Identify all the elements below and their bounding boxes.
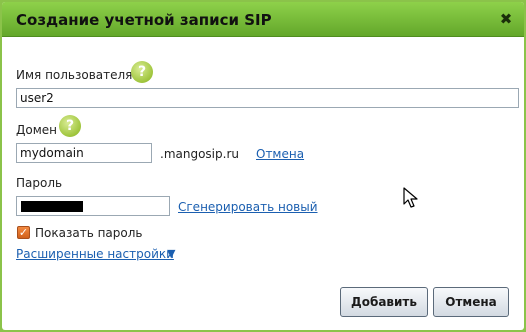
username-help-icon[interactable]: ? [131,61,153,83]
add-button[interactable]: Добавить [340,287,428,317]
password-input[interactable] [16,196,170,216]
show-password-label: Показать пароль [35,226,143,240]
show-password-checkbox[interactable]: ✓ [17,226,30,239]
domain-label: Домен [16,123,57,137]
chevron-down-icon[interactable]: ▼ [167,247,175,260]
domain-input[interactable] [16,143,152,163]
password-label: Пароль [16,176,63,190]
domain-help-icon[interactable]: ? [59,115,81,137]
dialog-title: Создание учетной записи SIP [16,11,272,29]
advanced-settings-link[interactable]: Расширенные настройки [16,247,174,261]
masked-password [21,201,83,212]
close-icon[interactable]: ✖ [498,11,514,27]
username-input[interactable] [16,88,519,108]
domain-cancel-link[interactable]: Отмена [256,147,304,161]
username-label: Имя пользователя [16,68,133,82]
generate-password-link[interactable]: Сгенерировать новый [178,200,318,214]
cancel-button[interactable]: Отмена [433,287,509,317]
dialog-titlebar: Создание учетной записи SIP ✖ [2,2,524,37]
domain-suffix: .mangosip.ru [160,147,239,161]
create-sip-account-dialog: Создание учетной записи SIP ✖ Имя пользо… [2,2,524,330]
mouse-cursor-icon [403,187,418,208]
